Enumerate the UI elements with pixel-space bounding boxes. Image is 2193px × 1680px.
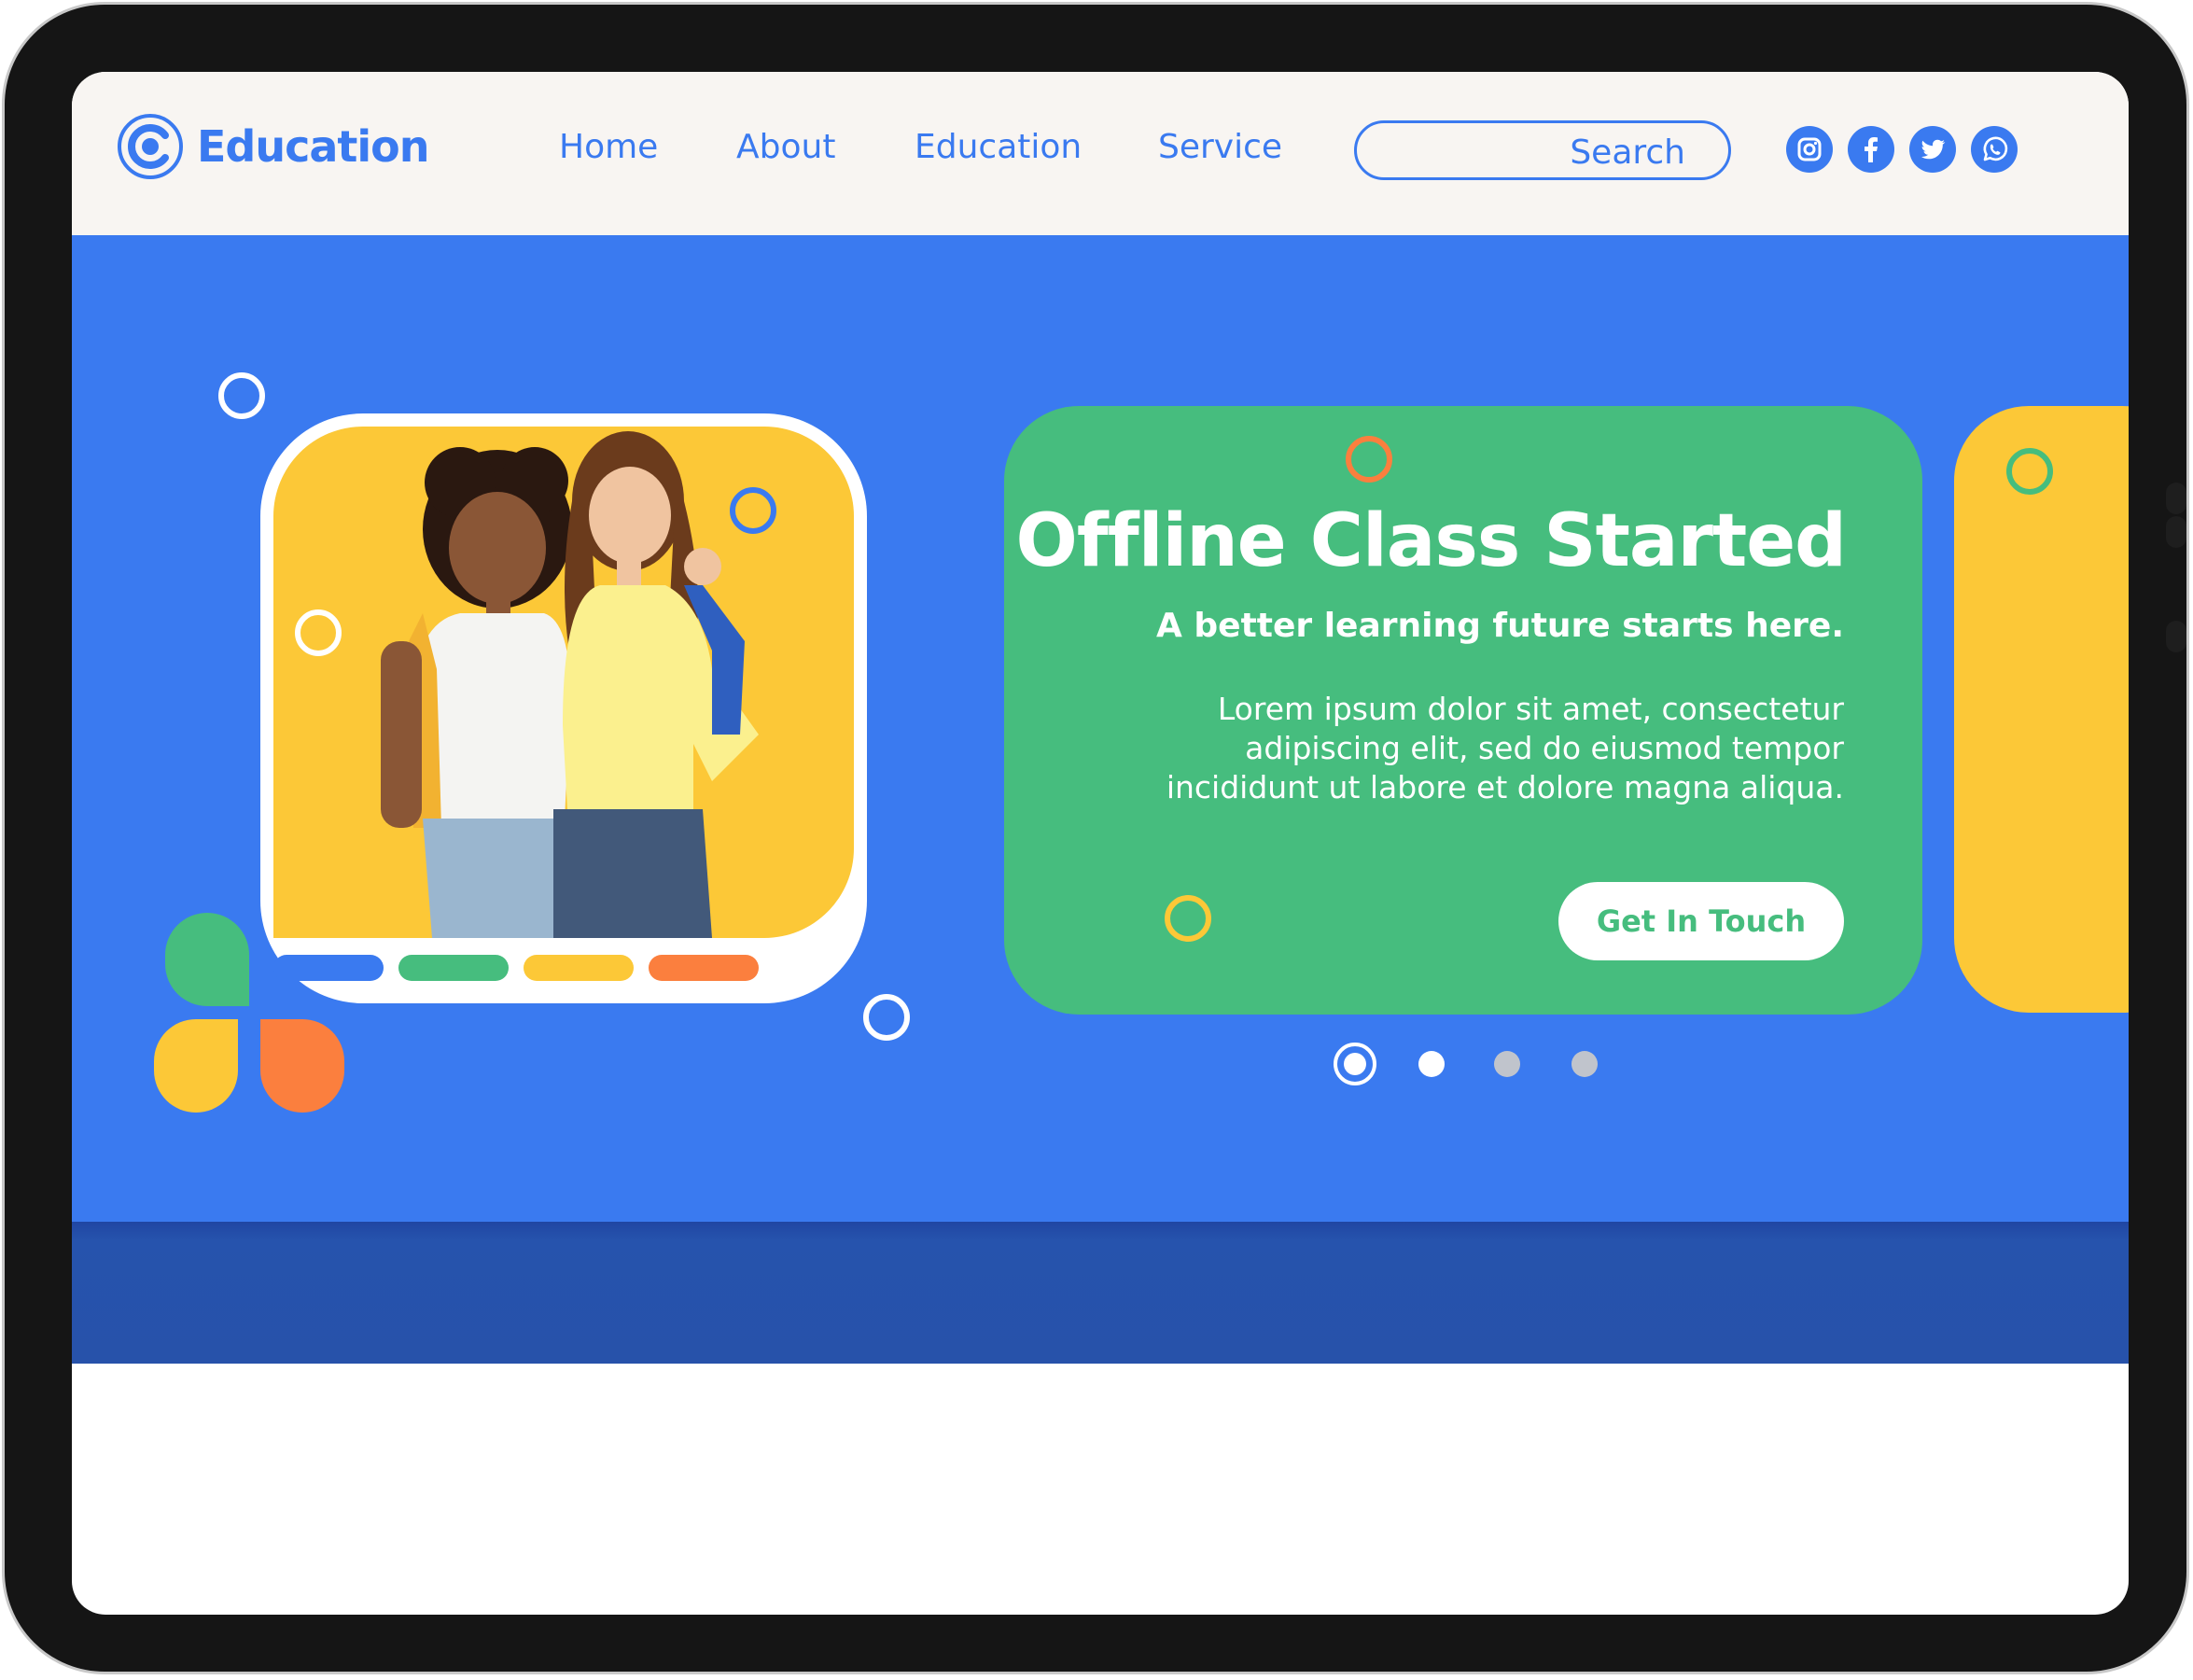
tablet-side-button bbox=[2166, 483, 2186, 514]
carousel-dot-fill bbox=[1344, 1053, 1366, 1075]
flower-petal bbox=[154, 1019, 238, 1113]
carousel-dot[interactable] bbox=[1571, 1051, 1598, 1077]
nav-item-education[interactable]: Education bbox=[915, 128, 1082, 166]
whatsapp-icon bbox=[1983, 136, 2008, 161]
brand-name: Education bbox=[197, 121, 430, 172]
tablet-side-button bbox=[2166, 621, 2186, 652]
color-pill-blue bbox=[273, 955, 384, 981]
hero-title: Offline Class Started bbox=[1015, 499, 1847, 583]
twitter-link[interactable] bbox=[1909, 126, 1956, 173]
hero-bottom-band bbox=[72, 1222, 2129, 1364]
facebook-icon bbox=[1865, 137, 1878, 162]
whatsapp-link[interactable] bbox=[1971, 126, 2018, 173]
hero-description: Lorem ipsum dolor sit amet, consectetur … bbox=[1166, 691, 1844, 805]
nav-item-home[interactable]: Home bbox=[559, 128, 658, 166]
search-input[interactable] bbox=[1376, 131, 1687, 174]
site-header: Education Home About Education Service bbox=[72, 72, 2129, 235]
search-box bbox=[1354, 120, 1731, 180]
hero-slide-card: Offline Class Started A better learning … bbox=[1004, 406, 1922, 1015]
screen: Education Home About Education Service S… bbox=[72, 72, 2129, 1615]
carousel-dot-active[interactable] bbox=[1334, 1043, 1376, 1085]
decor-ring bbox=[1165, 895, 1211, 942]
color-pill-orange bbox=[649, 955, 759, 981]
logo[interactable]: Education bbox=[117, 113, 430, 180]
decor-ring bbox=[1346, 436, 1392, 483]
decor-ring bbox=[2006, 448, 2053, 495]
decor-ring bbox=[730, 487, 776, 534]
nav-item-about[interactable]: About bbox=[736, 128, 835, 166]
hero-subtitle: A better learning future starts here. bbox=[1156, 607, 1844, 645]
color-pills bbox=[273, 955, 759, 981]
decor-ring bbox=[295, 609, 342, 656]
tablet-frame: Education Home About Education Service S… bbox=[2, 2, 2189, 1674]
decor-ring bbox=[218, 372, 265, 419]
facebook-link[interactable] bbox=[1848, 126, 1894, 173]
twitter-icon bbox=[1921, 139, 1946, 160]
nav-item-service[interactable]: Service bbox=[1158, 128, 1282, 166]
instagram-icon bbox=[1797, 137, 1822, 161]
next-slide-card[interactable] bbox=[1954, 406, 2129, 1013]
tablet-side-button bbox=[2166, 516, 2186, 548]
carousel-dot[interactable] bbox=[1418, 1051, 1445, 1077]
get-in-touch-button[interactable]: Get In Touch bbox=[1558, 882, 1844, 960]
color-pill-yellow bbox=[524, 955, 634, 981]
instagram-link[interactable] bbox=[1786, 126, 1833, 173]
flower-petal bbox=[165, 913, 249, 1006]
flower-petal bbox=[260, 1019, 344, 1113]
hero-image-card bbox=[260, 413, 867, 1003]
color-pill-green bbox=[398, 955, 509, 981]
decor-ring bbox=[863, 994, 910, 1041]
carousel-dot[interactable] bbox=[1494, 1051, 1520, 1077]
logo-icon bbox=[118, 114, 183, 179]
